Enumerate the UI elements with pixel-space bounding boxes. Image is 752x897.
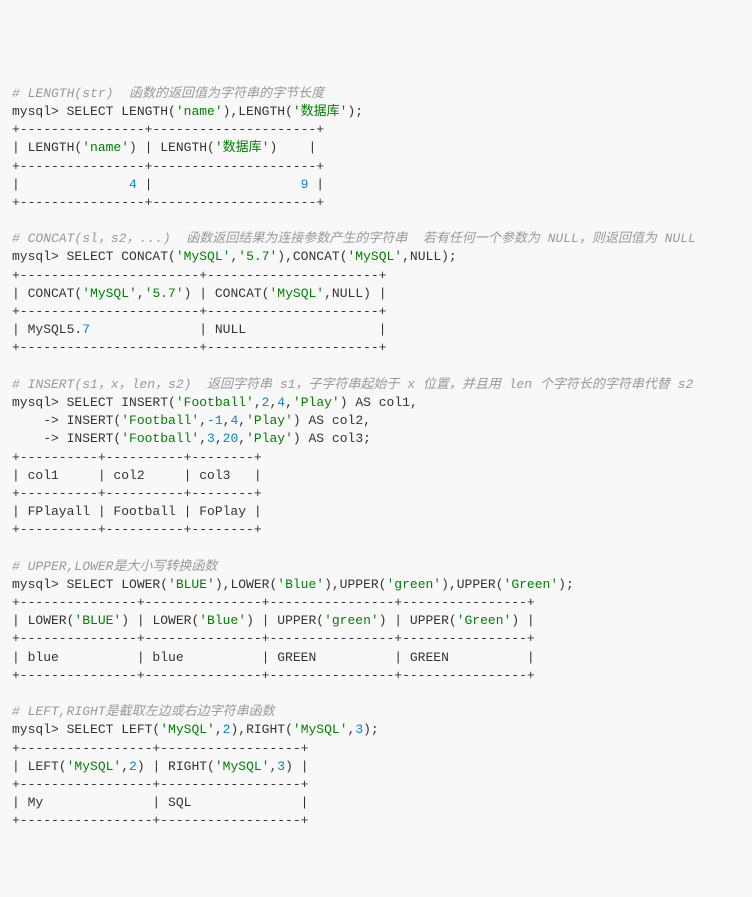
prompt: mysql>	[12, 577, 67, 592]
str: 'Blue'	[199, 613, 246, 628]
kw-select: SELECT	[67, 104, 114, 119]
table-sep: +----------------+---------------------+	[12, 195, 324, 210]
prompt: mysql>	[12, 249, 67, 264]
table-sep: +-----------------+------------------+	[12, 813, 308, 828]
comment-upperlower: # UPPER,LOWER是大小写转换函数	[12, 559, 217, 574]
str: 'MySQL'	[215, 759, 270, 774]
num: -1	[207, 413, 223, 428]
table-sep: +---------------+---------------+-------…	[12, 631, 535, 646]
num: 3	[207, 431, 215, 446]
str: 'green'	[387, 577, 442, 592]
comment-leftright: # LEFT,RIGHT是截取左边或右边字符串函数	[12, 704, 275, 719]
str: 'green'	[324, 613, 379, 628]
str: 'MySQL'	[67, 759, 122, 774]
table-row: | My | SQL |	[12, 795, 308, 810]
str: 'Green'	[457, 613, 512, 628]
comment-insert: # INSERT(s1，x，len，s2) 返回字符串 s1，子字符串起始于 x…	[12, 377, 693, 392]
kw-select: SELECT	[67, 395, 114, 410]
str: 'MySQL'	[269, 286, 324, 301]
table-sep: +-----------------------+---------------…	[12, 304, 386, 319]
table-sep: +----------+----------+--------+	[12, 450, 262, 465]
str: 'BLUE'	[168, 577, 215, 592]
table-sep: +----------------+---------------------+	[12, 122, 324, 137]
str: 'Football'	[121, 431, 199, 446]
num: 2	[223, 722, 231, 737]
prompt: mysql>	[12, 104, 67, 119]
str: '5.7'	[145, 286, 184, 301]
table-sep: +-----------------+------------------+	[12, 777, 308, 792]
table-sep: +----------------+---------------------+	[12, 159, 324, 174]
kw-select: SELECT	[67, 577, 114, 592]
num: 7	[82, 322, 90, 337]
str: 'Play'	[246, 431, 293, 446]
table-row: | blue | blue | GREEN | GREEN |	[12, 650, 535, 665]
table-sep: +---------------+---------------+-------…	[12, 668, 535, 683]
prompt: mysql>	[12, 395, 67, 410]
comment-length: # LENGTH(str) 函数的返回值为字符串的字节长度	[12, 86, 324, 101]
num: 9	[301, 177, 309, 192]
str: 'MySQL'	[348, 249, 403, 264]
str: '数据库'	[215, 140, 270, 155]
str: 'MySQL'	[160, 722, 215, 737]
str: 'Football'	[176, 395, 254, 410]
num: 4	[129, 177, 137, 192]
num: 4	[277, 395, 285, 410]
str: 'BLUE'	[74, 613, 121, 628]
table-sep: +-----------------------+---------------…	[12, 268, 386, 283]
str: 'name'	[176, 104, 223, 119]
num: 3	[355, 722, 363, 737]
str: 'name'	[82, 140, 129, 155]
str: 'MySQL'	[293, 722, 348, 737]
kw-select: SELECT	[67, 722, 114, 737]
str: 'Play'	[246, 413, 293, 428]
table-row: | FPlayall | Football | FoPlay |	[12, 504, 262, 519]
table-sep: +----------+----------+--------+	[12, 486, 262, 501]
prompt: mysql>	[12, 722, 67, 737]
comment-concat: # CONCAT(sl，s2，...) 函数返回结果为连接参数产生的字符串 若有…	[12, 231, 696, 246]
table-sep: +----------+----------+--------+	[12, 522, 262, 537]
kw-select: SELECT	[67, 249, 114, 264]
str: '数据库'	[293, 104, 348, 119]
str: 'MySQL'	[82, 286, 137, 301]
num: 2	[129, 759, 137, 774]
str: 'Green'	[504, 577, 559, 592]
num: 20	[223, 431, 239, 446]
str: 'Play'	[293, 395, 340, 410]
num: 4	[230, 413, 238, 428]
table-header: | col1 | col2 | col3 |	[12, 468, 262, 483]
str: '5.7'	[238, 249, 277, 264]
str: 'Football'	[121, 413, 199, 428]
str: 'MySQL'	[176, 249, 231, 264]
str: 'Blue'	[277, 577, 324, 592]
table-sep: +---------------+---------------+-------…	[12, 595, 535, 610]
table-sep: +-----------------------+---------------…	[12, 340, 386, 355]
num: 2	[262, 395, 270, 410]
table-sep: +-----------------+------------------+	[12, 741, 308, 756]
num: 3	[277, 759, 285, 774]
